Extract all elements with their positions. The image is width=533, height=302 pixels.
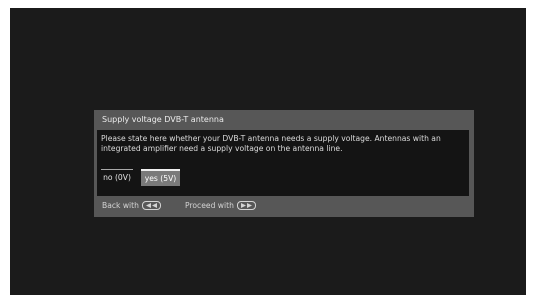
dialog-title: Supply voltage DVB-T antenna xyxy=(102,115,224,124)
proceed-label: Proceed with xyxy=(185,201,234,210)
back-hint[interactable]: Back with xyxy=(102,200,161,212)
back-label: Back with xyxy=(102,201,139,210)
option-no-0v[interactable]: no (0V) xyxy=(101,169,133,185)
rewind-key-icon xyxy=(141,200,161,210)
dialog-body: Please state here whether your DVB-T ant… xyxy=(97,130,469,196)
fast-forward-key-icon xyxy=(236,200,256,210)
proceed-hint[interactable]: Proceed with xyxy=(185,200,256,212)
dialog-message: Please state here whether your DVB-T ant… xyxy=(101,134,441,153)
tv-screen: Supply voltage DVB-T antenna Please stat… xyxy=(10,8,526,295)
supply-voltage-dialog: Supply voltage DVB-T antenna Please stat… xyxy=(94,110,474,217)
option-yes-5v[interactable]: yes (5V) xyxy=(141,169,180,186)
